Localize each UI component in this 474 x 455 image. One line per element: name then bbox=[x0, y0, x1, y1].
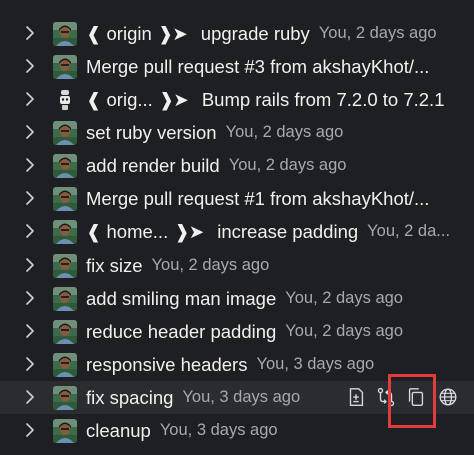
commit-message: responsive headers bbox=[86, 353, 248, 375]
commit-row[interactable]: fix spacing You, 3 days ago bbox=[0, 381, 474, 414]
chevron-right-icon[interactable] bbox=[22, 257, 38, 273]
commit-row[interactable]: fix size You, 2 days ago bbox=[0, 249, 474, 282]
branch-ref-label: home... bbox=[106, 220, 169, 242]
commit-content: fix size You, 2 days ago bbox=[86, 249, 474, 282]
commit-content: ❰ orig... ❱➤ Bump rails from 7.2.0 to 7.2.1 bbox=[86, 83, 474, 116]
branch-ref-label: origin bbox=[106, 22, 152, 44]
commit-content: add smiling man image You, 2 days ago bbox=[86, 282, 474, 315]
commit-message: fix spacing bbox=[86, 386, 174, 408]
commit-content: Merge pull request #1 from akshayKhot/..… bbox=[86, 182, 474, 215]
ref-open-icon: ❰ bbox=[86, 88, 102, 110]
chevron-right-icon[interactable] bbox=[22, 290, 38, 306]
chevron-right-icon[interactable] bbox=[22, 91, 38, 107]
commit-row[interactable]: add render build You, 2 days ago bbox=[0, 149, 474, 182]
commit-message: Merge pull request #1 from akshayKhot/..… bbox=[86, 187, 430, 209]
commit-author-date: You, 3 days ago bbox=[159, 421, 278, 439]
ref-open-icon: ❰ bbox=[86, 22, 102, 44]
copy-commit-id-icon[interactable] bbox=[404, 385, 428, 409]
avatar bbox=[53, 220, 77, 244]
avatar bbox=[53, 353, 77, 377]
branch-ref-badge: ❰ home... ❱➤ bbox=[86, 220, 204, 243]
avatar bbox=[53, 121, 77, 145]
chevron-right-icon[interactable] bbox=[22, 323, 38, 339]
commit-row[interactable]: ❰ home... ❱➤ increase padding You, 2 da... bbox=[0, 215, 474, 248]
commit-row[interactable]: Merge pull request #3 from akshayKhot/..… bbox=[0, 50, 474, 83]
chevron-right-icon[interactable] bbox=[22, 356, 38, 372]
chevron-right-icon[interactable] bbox=[22, 223, 38, 239]
branch-ref-badge: ❰ origin ❱➤ bbox=[86, 22, 188, 45]
commit-row[interactable]: reduce header padding You, 2 days ago bbox=[0, 315, 474, 348]
commit-content: ❰ origin ❱➤ upgrade ruby You, 2 days ago bbox=[86, 17, 474, 50]
ref-arrow-icon: ❱➤ bbox=[157, 22, 188, 44]
branch-ref-label: orig... bbox=[106, 88, 153, 110]
commit-content: reduce header padding You, 2 days ago bbox=[86, 315, 474, 348]
avatar bbox=[53, 187, 77, 211]
commit-message: reduce header padding bbox=[86, 320, 277, 342]
commit-message: add render build bbox=[86, 154, 220, 176]
avatar bbox=[53, 287, 77, 311]
bot-avatar-icon bbox=[58, 89, 72, 111]
chevron-right-icon[interactable] bbox=[22, 422, 38, 438]
commit-author-date: You, 2 days ago bbox=[285, 322, 404, 340]
commit-author-date: You, 2 da... bbox=[367, 222, 451, 240]
chevron-right-icon[interactable] bbox=[22, 389, 38, 405]
chevron-right-icon[interactable] bbox=[22, 58, 38, 74]
ref-open-icon: ❰ bbox=[86, 220, 102, 242]
commit-author-date: You, 3 days ago bbox=[256, 355, 375, 373]
commit-history-list: ❰ origin ❱➤ upgrade ruby You, 2 days ago Merg… bbox=[0, 0, 474, 455]
commit-message: cleanup bbox=[86, 419, 151, 441]
avatar bbox=[53, 55, 77, 79]
open-changes-icon[interactable] bbox=[344, 385, 368, 409]
avatar bbox=[53, 386, 77, 410]
commit-message: Merge pull request #3 from akshayKhot/..… bbox=[86, 55, 430, 77]
commit-author-date: You, 2 days ago bbox=[285, 289, 403, 307]
avatar bbox=[53, 320, 77, 344]
commit-row[interactable]: Merge pull request #1 from akshayKhot/..… bbox=[0, 182, 474, 215]
commit-content: add render build You, 2 days ago bbox=[86, 149, 474, 182]
commit-row[interactable]: ❰ origin ❱➤ upgrade ruby You, 2 days ago bbox=[0, 17, 474, 50]
commit-row[interactable]: responsive headers You, 3 days ago bbox=[0, 348, 474, 381]
commit-message: add smiling man image bbox=[86, 287, 277, 309]
commit-row[interactable]: ❰ orig... ❱➤ Bump rails from 7.2.0 to 7.2.1 bbox=[0, 83, 474, 116]
chevron-right-icon[interactable] bbox=[22, 190, 38, 206]
ref-arrow-icon: ❱➤ bbox=[174, 220, 204, 242]
avatar bbox=[53, 254, 77, 278]
avatar bbox=[53, 419, 77, 443]
avatar bbox=[53, 22, 77, 46]
commit-message: Bump rails from 7.2.0 to 7.2.1 bbox=[201, 88, 445, 110]
commit-content: responsive headers You, 3 days ago bbox=[86, 348, 474, 381]
commit-content: set ruby version You, 2 days ago bbox=[86, 116, 474, 149]
open-on-remote-icon[interactable] bbox=[436, 385, 460, 409]
commit-author-date: You, 3 days ago bbox=[182, 388, 301, 406]
commit-author-date: You, 2 days ago bbox=[318, 24, 437, 42]
commit-message: set ruby version bbox=[86, 121, 217, 143]
commit-author-date: You, 2 days ago bbox=[225, 123, 344, 141]
branch-ref-badge: ❰ orig... ❱➤ bbox=[86, 88, 189, 111]
commit-row[interactable]: add smiling man image You, 2 days ago bbox=[0, 282, 474, 315]
commit-author-date: You, 2 days ago bbox=[228, 156, 347, 174]
ref-arrow-icon: ❱➤ bbox=[158, 88, 189, 110]
commit-content: Merge pull request #3 from akshayKhot/..… bbox=[86, 50, 474, 83]
avatar bbox=[53, 154, 77, 178]
compare-icon[interactable] bbox=[374, 385, 398, 409]
commit-message: fix size bbox=[86, 254, 143, 276]
chevron-right-icon[interactable] bbox=[22, 124, 38, 140]
commit-row[interactable]: set ruby version You, 2 days ago bbox=[0, 116, 474, 149]
chevron-right-icon[interactable] bbox=[22, 157, 38, 173]
row-actions-toolbar bbox=[338, 381, 474, 414]
commit-author-date: You, 2 days ago bbox=[151, 256, 270, 274]
chevron-right-icon[interactable] bbox=[22, 25, 38, 41]
commit-message: increase padding bbox=[217, 220, 359, 242]
commit-content: ❰ home... ❱➤ increase padding You, 2 da... bbox=[86, 215, 474, 248]
commit-message: upgrade ruby bbox=[200, 22, 310, 44]
commit-content: cleanup You, 3 days ago bbox=[86, 414, 474, 447]
commit-row[interactable]: cleanup You, 3 days ago bbox=[0, 414, 474, 447]
